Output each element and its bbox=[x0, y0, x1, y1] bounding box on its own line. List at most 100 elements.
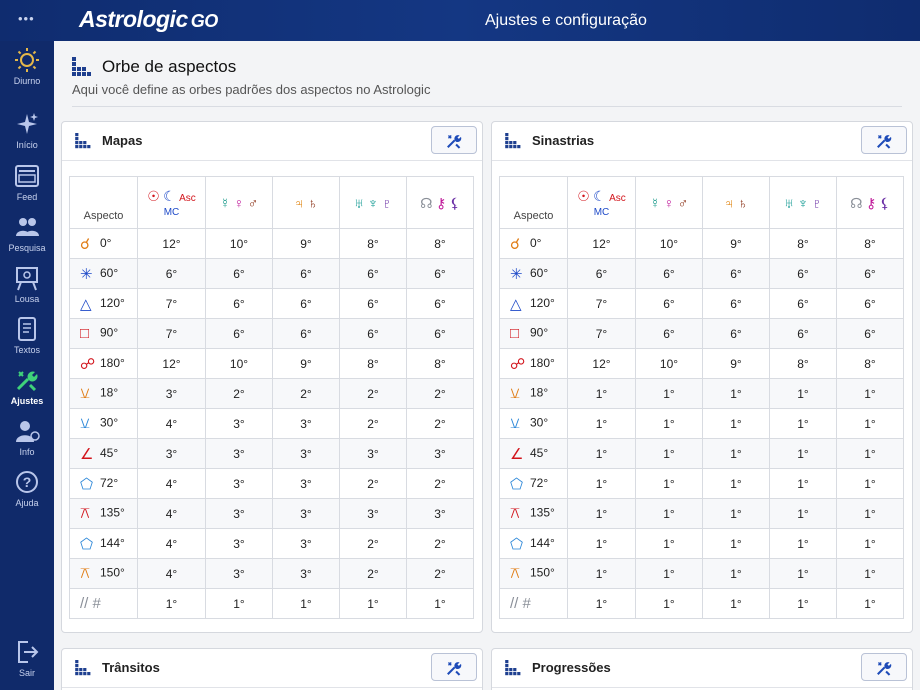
orb-value-cell[interactable]: 7° bbox=[567, 318, 636, 349]
orb-value-cell[interactable]: 2° bbox=[406, 468, 474, 499]
orb-value-cell[interactable]: 1° bbox=[567, 468, 636, 499]
orb-value-cell[interactable]: 2° bbox=[406, 528, 474, 559]
orb-value-cell[interactable]: 6° bbox=[836, 318, 904, 349]
orb-value-cell[interactable]: 12° bbox=[567, 228, 636, 259]
orb-value-cell[interactable]: 9° bbox=[272, 228, 340, 259]
orb-value-cell[interactable]: 3° bbox=[137, 378, 206, 409]
orb-value-cell[interactable]: 12° bbox=[137, 228, 206, 259]
orb-value-cell[interactable]: 7° bbox=[137, 288, 206, 319]
orb-value-cell[interactable]: 10° bbox=[205, 348, 273, 379]
orb-value-cell[interactable]: 1° bbox=[836, 558, 904, 589]
orb-value-cell[interactable]: 1° bbox=[702, 378, 770, 409]
nav-diurno[interactable]: Diurno bbox=[0, 47, 54, 97]
orb-value-cell[interactable]: 1° bbox=[702, 498, 770, 529]
orb-value-cell[interactable]: 6° bbox=[272, 318, 340, 349]
orb-value-cell[interactable]: 1° bbox=[769, 378, 837, 409]
orb-value-cell[interactable]: 12° bbox=[567, 348, 636, 379]
orb-value-cell[interactable]: 6° bbox=[339, 288, 407, 319]
orb-value-cell[interactable]: 8° bbox=[339, 228, 407, 259]
orb-value-cell[interactable]: 4° bbox=[137, 468, 206, 499]
orb-value-cell[interactable]: 1° bbox=[339, 588, 407, 619]
orb-value-cell[interactable]: 3° bbox=[205, 558, 273, 589]
orb-value-cell[interactable]: 6° bbox=[769, 318, 837, 349]
orb-value-cell[interactable]: 1° bbox=[769, 558, 837, 589]
orb-value-cell[interactable]: 1° bbox=[702, 528, 770, 559]
orb-value-cell[interactable]: 3° bbox=[272, 558, 340, 589]
orb-value-cell[interactable]: 1° bbox=[635, 558, 703, 589]
orb-value-cell[interactable]: 1° bbox=[635, 528, 703, 559]
orb-value-cell[interactable]: 3° bbox=[272, 528, 340, 559]
orb-value-cell[interactable]: 1° bbox=[635, 438, 703, 469]
orb-value-cell[interactable]: 6° bbox=[702, 258, 770, 289]
orb-value-cell[interactable]: 3° bbox=[272, 498, 340, 529]
nav-sair[interactable]: Sair bbox=[0, 639, 54, 689]
orb-value-cell[interactable]: 2° bbox=[406, 378, 474, 409]
orb-value-cell[interactable]: 6° bbox=[339, 258, 407, 289]
orb-value-cell[interactable]: 3° bbox=[406, 438, 474, 469]
orb-value-cell[interactable]: 6° bbox=[635, 318, 703, 349]
orb-value-cell[interactable]: 6° bbox=[702, 288, 770, 319]
nav-feed[interactable]: Feed bbox=[0, 163, 54, 213]
orb-value-cell[interactable]: 1° bbox=[567, 408, 636, 439]
orb-value-cell[interactable]: 2° bbox=[339, 378, 407, 409]
orb-value-cell[interactable]: 8° bbox=[339, 348, 407, 379]
orb-value-cell[interactable]: 6° bbox=[205, 288, 273, 319]
orb-value-cell[interactable]: 9° bbox=[702, 228, 770, 259]
orb-value-cell[interactable]: 6° bbox=[205, 318, 273, 349]
orb-value-cell[interactable]: 8° bbox=[836, 348, 904, 379]
orb-value-cell[interactable]: 1° bbox=[272, 588, 340, 619]
orb-value-cell[interactable]: 10° bbox=[205, 228, 273, 259]
orb-value-cell[interactable]: 2° bbox=[339, 468, 407, 499]
nav-inicio[interactable]: Início bbox=[0, 111, 54, 161]
nav-textos[interactable]: Textos bbox=[0, 316, 54, 366]
orb-value-cell[interactable]: 3° bbox=[272, 438, 340, 469]
orb-value-cell[interactable]: 3° bbox=[339, 498, 407, 529]
orb-value-cell[interactable]: 6° bbox=[836, 258, 904, 289]
orb-value-cell[interactable]: 3° bbox=[205, 438, 273, 469]
orb-value-cell[interactable]: 9° bbox=[272, 348, 340, 379]
orb-value-cell[interactable]: 1° bbox=[836, 408, 904, 439]
orb-value-cell[interactable]: 6° bbox=[836, 288, 904, 319]
nav-ajuda[interactable]: ? Ajuda bbox=[0, 469, 54, 519]
orb-value-cell[interactable]: 6° bbox=[406, 318, 474, 349]
orb-value-cell[interactable]: 1° bbox=[836, 378, 904, 409]
nav-info[interactable]: Info bbox=[0, 418, 54, 468]
orb-value-cell[interactable]: 2° bbox=[205, 378, 273, 409]
orb-value-cell[interactable]: 1° bbox=[769, 408, 837, 439]
orb-value-cell[interactable]: 4° bbox=[137, 558, 206, 589]
orb-value-cell[interactable]: 3° bbox=[205, 498, 273, 529]
orb-value-cell[interactable]: 6° bbox=[769, 258, 837, 289]
orb-value-cell[interactable]: 1° bbox=[635, 588, 703, 619]
orb-value-cell[interactable]: 6° bbox=[406, 288, 474, 319]
orb-value-cell[interactable]: 1° bbox=[769, 498, 837, 529]
more-menu-icon[interactable]: ••• bbox=[18, 11, 35, 26]
orb-value-cell[interactable]: 1° bbox=[635, 498, 703, 529]
edit-tools-button[interactable] bbox=[431, 126, 477, 154]
orb-value-cell[interactable]: 10° bbox=[635, 228, 703, 259]
orb-value-cell[interactable]: 6° bbox=[339, 318, 407, 349]
orb-value-cell[interactable]: 1° bbox=[769, 528, 837, 559]
orb-value-cell[interactable]: 3° bbox=[272, 408, 340, 439]
orb-value-cell[interactable]: 1° bbox=[836, 498, 904, 529]
orb-value-cell[interactable]: 1° bbox=[635, 468, 703, 499]
orb-value-cell[interactable]: 1° bbox=[567, 498, 636, 529]
orb-value-cell[interactable]: 1° bbox=[635, 408, 703, 439]
orb-value-cell[interactable]: 1° bbox=[567, 528, 636, 559]
orb-value-cell[interactable]: 1° bbox=[702, 558, 770, 589]
orb-value-cell[interactable]: 3° bbox=[205, 528, 273, 559]
orb-value-cell[interactable]: 3° bbox=[272, 468, 340, 499]
orb-value-cell[interactable]: 6° bbox=[769, 288, 837, 319]
orb-value-cell[interactable]: 2° bbox=[406, 408, 474, 439]
orb-value-cell[interactable]: 8° bbox=[769, 348, 837, 379]
orb-value-cell[interactable]: 1° bbox=[635, 378, 703, 409]
edit-tools-button[interactable] bbox=[431, 653, 477, 681]
orb-value-cell[interactable]: 8° bbox=[836, 228, 904, 259]
orb-value-cell[interactable]: 4° bbox=[137, 528, 206, 559]
orb-value-cell[interactable]: 6° bbox=[205, 258, 273, 289]
orb-value-cell[interactable]: 2° bbox=[406, 558, 474, 589]
orb-value-cell[interactable]: 3° bbox=[205, 468, 273, 499]
orb-value-cell[interactable]: 4° bbox=[137, 408, 206, 439]
orb-value-cell[interactable]: 6° bbox=[272, 288, 340, 319]
orb-value-cell[interactable]: 1° bbox=[567, 378, 636, 409]
orb-value-cell[interactable]: 1° bbox=[567, 558, 636, 589]
